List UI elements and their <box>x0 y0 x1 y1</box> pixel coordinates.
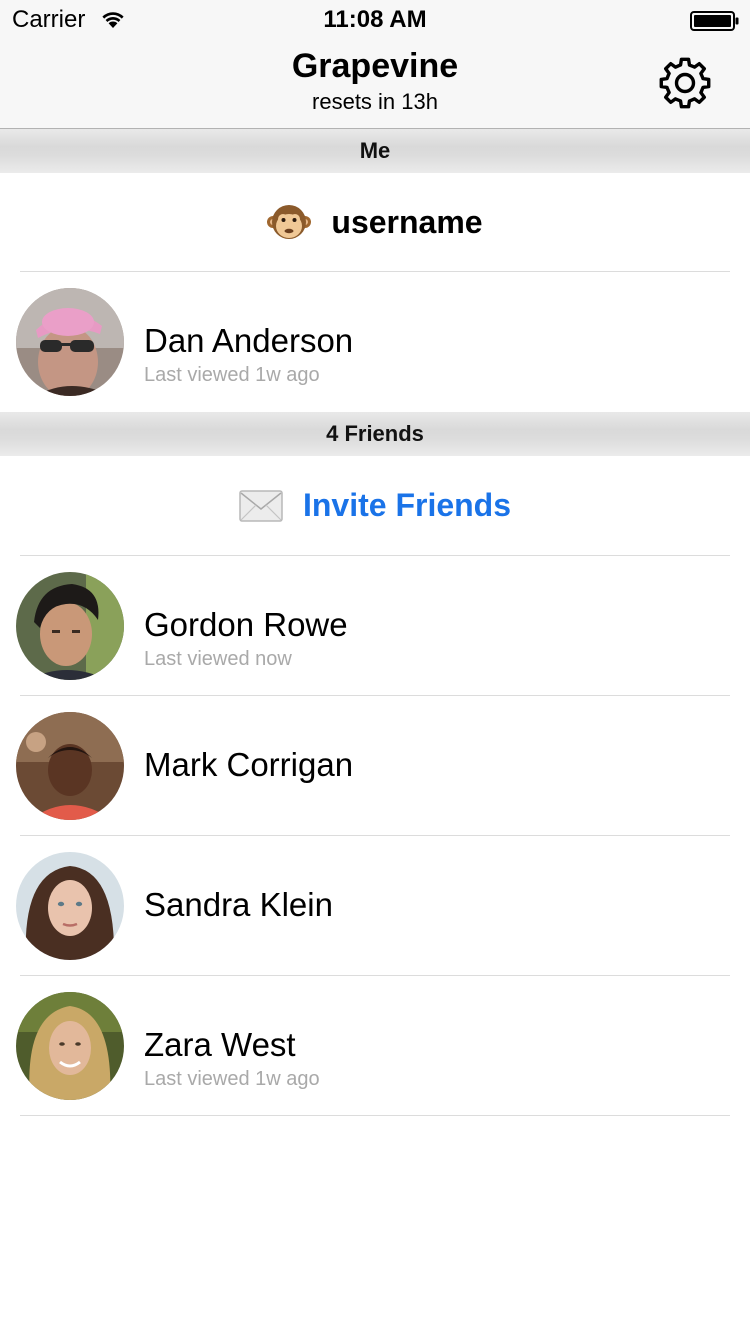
person-name: Zara West <box>144 1026 296 1063</box>
person-name: Gordon Rowe <box>144 606 348 643</box>
section-header-me: Me <box>0 129 750 173</box>
envelope-icon <box>239 484 283 528</box>
section-header-friends: 4 Friends <box>0 412 750 456</box>
username-label: username <box>331 203 483 240</box>
avatar <box>16 712 124 820</box>
reset-timer-label: resets in 13h <box>312 89 438 114</box>
avatar <box>16 992 124 1100</box>
invite-friends-label: Invite Friends <box>302 487 512 523</box>
my-profile-row[interactable]: Dan Anderson Last viewed 1w ago <box>0 272 750 412</box>
gear-icon <box>659 57 711 109</box>
person-name: Dan Anderson <box>144 322 354 359</box>
battery-icon <box>690 11 740 36</box>
top-bar: Carrier 11:08 AM Grapevine resets in 13h <box>0 0 750 129</box>
screen: Carrier 11:08 AM Grapevine resets in 13h <box>0 0 750 1334</box>
friend-row[interactable]: Zara West Last viewed 1w ago <box>0 976 750 1116</box>
avatar <box>16 288 124 396</box>
friend-row[interactable]: Sandra Klein <box>0 836 750 976</box>
last-viewed-label: Last viewed now <box>144 648 292 670</box>
last-viewed-label: Last viewed 1w ago <box>144 364 320 386</box>
person-name: Sandra Klein <box>144 886 333 923</box>
avatar <box>16 572 124 680</box>
friend-row[interactable]: Mark Corrigan <box>0 696 750 836</box>
last-viewed-label: Last viewed 1w ago <box>144 1068 320 1090</box>
username-row[interactable]: username <box>0 173 750 271</box>
status-bar: Carrier 11:08 AM <box>0 0 750 40</box>
friend-row[interactable]: Gordon Rowe Last viewed now <box>0 556 750 696</box>
settings-button[interactable] <box>654 52 716 114</box>
invite-friends-button[interactable]: Invite Friends <box>0 456 750 555</box>
app-title: Grapevine <box>291 47 459 85</box>
avatar <box>16 852 124 960</box>
divider <box>20 1115 730 1116</box>
monkey-face-icon <box>267 200 312 244</box>
status-time: 11:08 AM <box>323 6 427 33</box>
person-name: Mark Corrigan <box>144 746 354 783</box>
